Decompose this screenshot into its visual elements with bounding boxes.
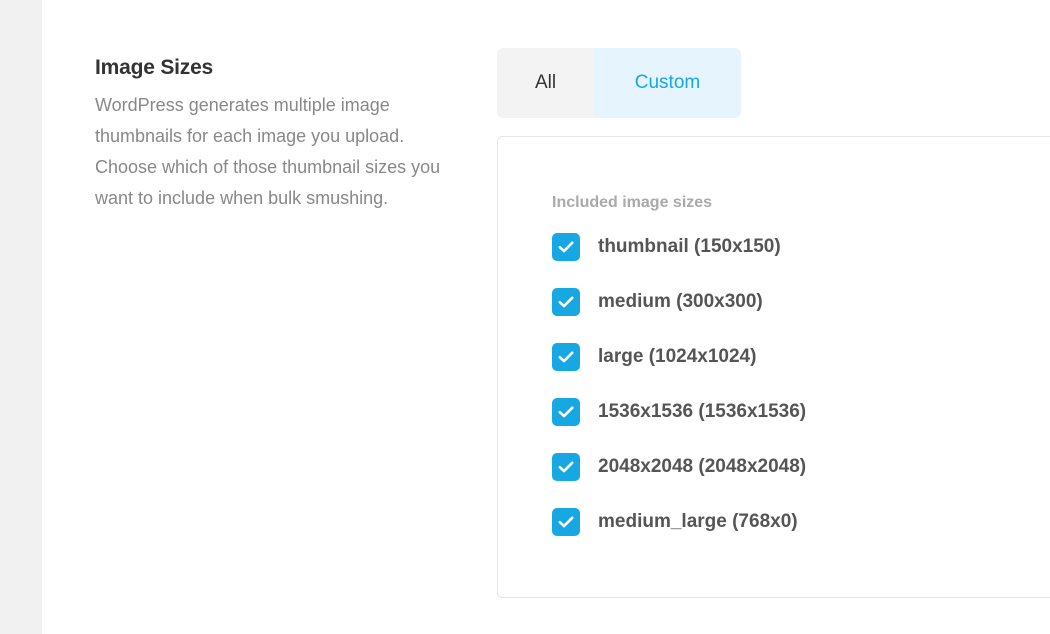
medium-checkbox[interactable] xyxy=(552,288,580,316)
checkmark-icon xyxy=(558,351,574,363)
tab-custom-label: Custom xyxy=(634,72,701,93)
2048-size-label: 2048x2048 (2048x2048) xyxy=(598,456,807,477)
image-size-1536-option[interactable]: 1536x1536 (1536x1536) xyxy=(552,398,806,426)
tab-all-label: All xyxy=(534,72,557,93)
image-sizes-settings-row: Image Sizes WordPress generates multiple… xyxy=(42,0,1050,634)
section-description: WordPress generates multiple image thumb… xyxy=(95,95,441,208)
tab-all[interactable]: All xyxy=(497,48,594,118)
checkmark-icon xyxy=(558,516,574,528)
image-size-2048-option[interactable]: 2048x2048 (2048x2048) xyxy=(552,453,806,481)
medium-large-checkbox[interactable] xyxy=(552,508,580,536)
1536-checkbox[interactable] xyxy=(552,398,580,426)
image-size-mode-tabs: All Custom xyxy=(497,48,741,118)
medium-large-size-label: medium_large (768x0) xyxy=(598,511,798,532)
image-size-large-option[interactable]: large (1024x1024) xyxy=(552,343,806,371)
large-size-label: large (1024x1024) xyxy=(598,346,757,367)
2048-checkbox[interactable] xyxy=(552,453,580,481)
checkmark-icon xyxy=(558,406,574,418)
image-size-medium-option[interactable]: medium (300x300) xyxy=(552,288,806,316)
checkmark-icon xyxy=(558,296,574,308)
thumbnail-size-label: thumbnail (150x150) xyxy=(598,236,781,257)
included-image-sizes-label: Included image sizes xyxy=(552,194,713,211)
image-size-medium-large-option[interactable]: medium_large (768x0) xyxy=(552,508,806,536)
checkmark-icon xyxy=(558,461,574,473)
thumbnail-checkbox[interactable] xyxy=(552,233,580,261)
image-size-list: thumbnail (150x150) medium (300x300) lar… xyxy=(552,233,806,563)
settings-label-column: Image Sizes WordPress generates multiple… xyxy=(95,54,455,214)
1536-size-label: 1536x1536 (1536x1536) xyxy=(598,401,807,422)
page-left-rail xyxy=(0,0,42,634)
included-image-sizes-panel: Included image sizes thumbnail (150x150)… xyxy=(497,136,1050,598)
section-title: Image Sizes xyxy=(95,56,214,79)
medium-size-label: medium (300x300) xyxy=(598,291,763,312)
checkmark-icon xyxy=(558,241,574,253)
tab-custom[interactable]: Custom xyxy=(594,48,741,118)
image-size-thumbnail-option[interactable]: thumbnail (150x150) xyxy=(552,233,806,261)
large-checkbox[interactable] xyxy=(552,343,580,371)
